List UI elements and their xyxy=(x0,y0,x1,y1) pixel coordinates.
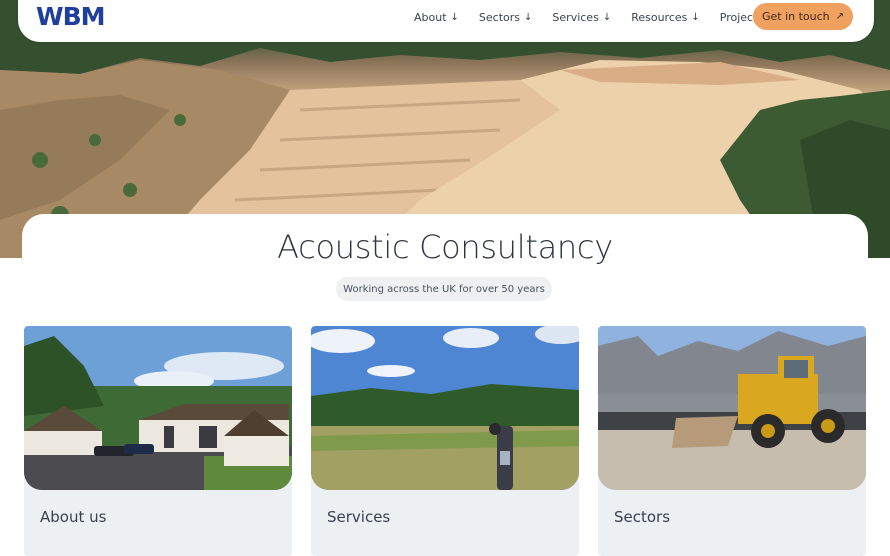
office-building-illustration xyxy=(24,326,292,490)
nav-resources[interactable]: Resources ↓ xyxy=(631,11,700,24)
page-title: Acoustic Consultancy xyxy=(277,228,613,266)
nav-sectors[interactable]: Sectors ↓ xyxy=(479,11,533,24)
card-about-us[interactable]: About us xyxy=(24,326,292,556)
card-about-us-label: About us xyxy=(40,508,107,526)
site-header: WBM About ↓ Sectors ↓ Services ↓ Resourc… xyxy=(18,0,874,42)
card-sectors-label: Sectors xyxy=(614,508,671,526)
arrow-down-icon: ↓ xyxy=(691,12,700,23)
nav-resources-label: Resources xyxy=(631,11,688,24)
wheel-loader-illustration xyxy=(598,326,866,490)
services-image xyxy=(311,326,579,490)
nav-sectors-label: Sectors xyxy=(478,11,521,24)
tagline-badge: Working across the UK for over 50 years xyxy=(336,277,552,301)
nav-services[interactable]: Services ↓ xyxy=(552,11,611,24)
arrow-up-right-icon: ↗ xyxy=(835,11,845,22)
card-sectors[interactable]: Sectors xyxy=(598,326,866,556)
nav-about-label: About xyxy=(414,11,447,24)
logo[interactable]: WBM xyxy=(36,2,106,31)
sound-meter-field-illustration xyxy=(311,326,579,490)
cta-label: Get in touch xyxy=(761,10,830,23)
nav-services-label: Services xyxy=(552,11,599,24)
card-services-label: Services xyxy=(327,508,391,526)
arrow-down-icon: ↓ xyxy=(450,12,459,23)
get-in-touch-button[interactable]: Get in touch ↗ xyxy=(753,3,853,30)
arrow-down-icon: ↓ xyxy=(524,12,533,23)
about-us-image xyxy=(24,326,292,490)
nav-about[interactable]: About ↓ xyxy=(414,11,459,24)
arrow-down-icon: ↓ xyxy=(602,12,612,23)
main-nav: About ↓ Sectors ↓ Services ↓ Resources ↓… xyxy=(414,11,783,24)
card-services[interactable]: Services xyxy=(311,326,579,556)
sectors-image xyxy=(598,326,866,490)
